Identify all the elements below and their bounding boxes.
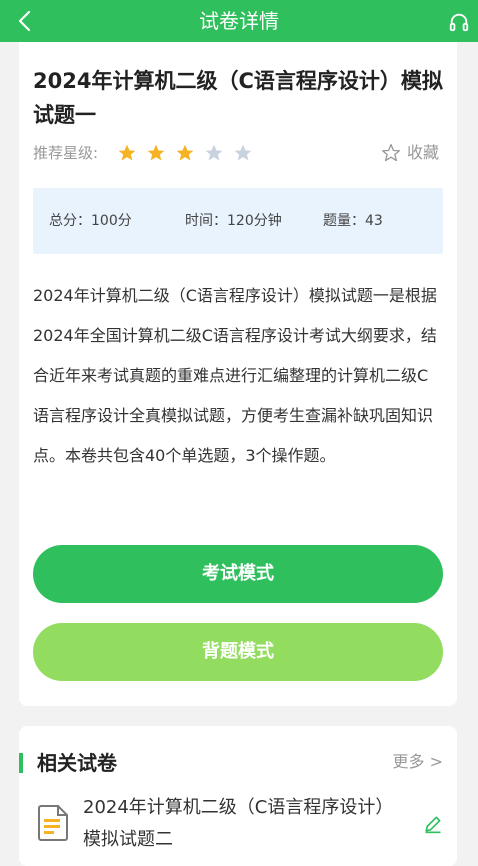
star-outline-icon	[382, 144, 400, 162]
more-link[interactable]: 更多 >	[393, 750, 444, 774]
star-icon	[235, 144, 252, 161]
headset-icon[interactable]	[448, 11, 470, 33]
exam-mode-button[interactable]: 考试模式	[33, 545, 443, 603]
star-icon	[176, 144, 194, 161]
related-title: 相关试卷	[37, 751, 117, 775]
star-icon	[147, 144, 165, 161]
rating-row: 推荐星级: 收藏	[33, 141, 443, 165]
exam-title: 2024年计算机二级（C语言程序设计）模拟试题一	[33, 69, 443, 127]
related-exams-card: 相关试卷 更多 > 2024年计算机二级（C语言程序设计）模拟试题二	[19, 726, 457, 866]
total-score: 总分：100分	[49, 213, 132, 229]
question-count: 题量：43	[323, 213, 383, 229]
favorite-label: 收藏	[407, 143, 440, 162]
exam-info-box: 总分：100分 时间：120分钟 题量：43	[33, 188, 443, 254]
rating-label: 推荐星级:	[33, 144, 99, 162]
edit-icon[interactable]	[423, 814, 443, 834]
section-accent-bar	[19, 753, 23, 773]
related-item-title[interactable]: 2024年计算机二级（C语言程序设计）模拟试题二	[83, 792, 393, 856]
exam-time: 时间：120分钟	[185, 213, 282, 229]
page-title: 试卷详情	[199, 9, 279, 33]
star-icon	[205, 144, 223, 161]
exam-description: 2024年计算机二级（C语言程序设计）模拟试题一是根据2024年全国计算机二级C…	[33, 286, 437, 465]
favorite-button[interactable]: 收藏	[381, 141, 443, 165]
top-bar: 试卷详情	[0, 0, 478, 42]
study-mode-button[interactable]: 背题模式	[33, 623, 443, 681]
rating-stars	[117, 143, 257, 163]
exam-detail-card: 2024年计算机二级（C语言程序设计）模拟试题一 推荐星级: 收藏 总分：100…	[19, 42, 457, 706]
star-icon	[118, 144, 136, 161]
document-icon	[38, 805, 68, 841]
